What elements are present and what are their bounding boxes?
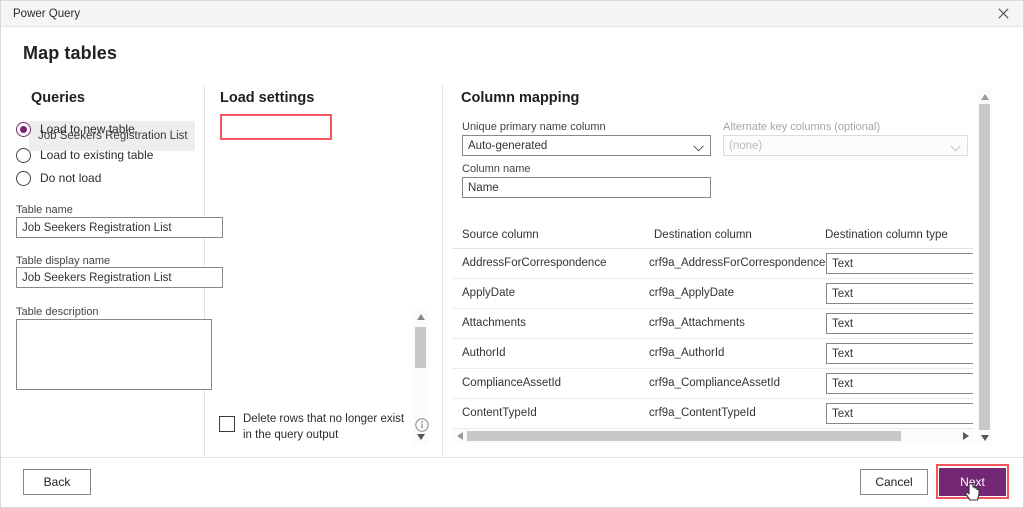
table-row[interactable]: AddressForCorrespondence crf9a_AddressFo… — [453, 249, 973, 279]
caret-right-icon[interactable] — [959, 429, 973, 443]
radio-label: Do not load — [40, 171, 102, 185]
column-mapping-horizontal-scrollbar[interactable] — [453, 429, 973, 443]
cell-destination-column: crf9a_ContentTypeId — [649, 407, 756, 419]
table-name-label: Table name — [16, 204, 73, 216]
cell-source-column: Attachments — [462, 317, 526, 329]
info-icon[interactable] — [415, 418, 429, 432]
highlight-box-radio — [220, 114, 332, 140]
scrollbar-thumb[interactable] — [415, 327, 426, 368]
radio-unselected-icon — [16, 170, 31, 186]
cell-source-column: ContentTypeId — [462, 407, 537, 419]
cell-destination-type-select[interactable]: Text — [826, 253, 973, 274]
table-description-textarea[interactable] — [16, 319, 212, 390]
cell-destination-column: crf9a_AuthorId — [649, 347, 725, 359]
column-name-label: Column name — [462, 163, 531, 175]
cell-destination-column: crf9a_Attachments — [649, 317, 745, 329]
table-name-input[interactable]: Job Seekers Registration List — [16, 217, 223, 238]
caret-up-icon[interactable] — [413, 309, 428, 324]
next-button[interactable]: Next — [939, 468, 1006, 496]
column-mapping-heading: Column mapping — [461, 90, 580, 106]
radio-load-to-new-table[interactable]: Load to new table — [16, 119, 135, 139]
chevron-down-icon — [950, 143, 961, 155]
chevron-down-icon — [693, 143, 704, 155]
panel-divider-loadsettings — [442, 85, 443, 456]
selected-value: Auto-generated — [468, 139, 548, 152]
power-query-dialog: Power Query Map tables Queries Job Seeke… — [0, 0, 1024, 508]
selected-value: (none) — [729, 139, 763, 152]
cell-source-column: ApplyDate — [462, 287, 516, 299]
radio-selected-icon — [16, 121, 31, 137]
cancel-button[interactable]: Cancel — [860, 469, 928, 495]
table-description-label: Table description — [16, 306, 99, 318]
scrollbar-thumb[interactable] — [467, 431, 901, 441]
cell-source-column: AuthorId — [462, 347, 506, 359]
cell-destination-column: crf9a_ApplyDate — [649, 287, 735, 299]
table-row[interactable]: ContentTypeId crf9a_ContentTypeId Text — [453, 399, 973, 429]
radio-load-to-existing-table[interactable]: Load to existing table — [16, 145, 153, 165]
table-row[interactable]: ComplianceAssetId crf9a_ComplianceAssetI… — [453, 369, 973, 399]
cell-source-column: AddressForCorrespondence — [462, 257, 607, 269]
window-title: Power Query — [13, 8, 81, 20]
delete-rows-label: Delete rows that no longer exist in the … — [243, 413, 405, 441]
header-destination-column: Destination column — [654, 229, 752, 241]
header-destination-type: Destination column type — [825, 229, 948, 241]
caret-down-icon[interactable] — [977, 430, 992, 445]
cell-destination-column: crf9a_AddressForCorrespondence — [649, 257, 826, 269]
caret-up-icon[interactable] — [977, 89, 992, 104]
back-button[interactable]: Back — [23, 469, 91, 495]
cell-destination-type-select[interactable]: Text — [826, 313, 973, 334]
table-row[interactable]: Attachments crf9a_Attachments Text — [453, 309, 973, 339]
delete-rows-checkbox[interactable]: Delete rows that no longer exist in the … — [219, 411, 429, 443]
title-bar: Power Query — [1, 1, 1023, 27]
unique-primary-name-label: Unique primary name column — [462, 121, 606, 133]
table-display-name-input[interactable]: Job Seekers Registration List — [16, 267, 223, 288]
table-row[interactable]: ApplyDate crf9a_ApplyDate Text — [453, 279, 973, 309]
table-display-name-label: Table display name — [16, 255, 111, 267]
radio-do-not-load[interactable]: Do not load — [16, 168, 101, 188]
column-name-input[interactable]: Name — [462, 177, 711, 198]
footer-divider — [1, 457, 1023, 458]
header-source-column: Source column — [462, 229, 539, 241]
radio-unselected-icon — [16, 147, 31, 163]
radio-label: Load to existing table — [40, 148, 154, 162]
alternate-key-label: Alternate key columns (optional) — [723, 121, 881, 133]
cell-destination-type-select[interactable]: Text — [826, 403, 973, 424]
cell-destination-type-select[interactable]: Text — [826, 373, 973, 394]
column-mapping-table: Source column Destination column Destina… — [453, 226, 973, 429]
scrollbar-thumb[interactable] — [979, 104, 990, 430]
checkbox-unchecked-icon — [219, 416, 235, 432]
table-header-row: Source column Destination column Destina… — [453, 226, 973, 249]
cell-destination-type-select[interactable]: Text — [826, 343, 973, 364]
load-settings-heading: Load settings — [220, 90, 315, 106]
page-title: Map tables — [23, 43, 118, 63]
close-icon[interactable] — [981, 1, 1023, 26]
queries-heading: Queries — [31, 90, 85, 106]
cell-destination-type-select[interactable]: Text — [826, 283, 973, 304]
caret-left-icon[interactable] — [453, 429, 467, 443]
column-mapping-vertical-scrollbar[interactable] — [977, 89, 992, 445]
table-row[interactable]: AuthorId crf9a_AuthorId Text — [453, 339, 973, 369]
cell-source-column: ComplianceAssetId — [462, 377, 562, 389]
unique-primary-name-select[interactable]: Auto-generated — [462, 135, 711, 156]
alternate-key-select[interactable]: (none) — [723, 135, 968, 156]
cell-destination-column: crf9a_ComplianceAssetId — [649, 377, 781, 389]
radio-label: Load to new table — [40, 122, 135, 136]
